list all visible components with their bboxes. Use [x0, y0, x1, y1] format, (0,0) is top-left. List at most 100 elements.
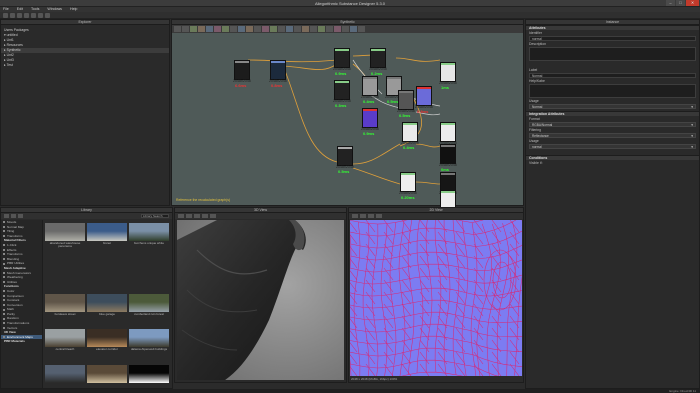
tool-icon[interactable]	[294, 26, 301, 32]
lights-icon[interactable]	[194, 214, 200, 218]
usage-select[interactable]: Normal	[529, 104, 696, 109]
graph-node[interactable]	[270, 60, 286, 80]
tool-icon[interactable]	[286, 26, 293, 32]
library-item[interactable]: bordeaux street	[45, 293, 85, 316]
tool-icon[interactable]	[230, 26, 237, 32]
scene-icon[interactable]	[178, 214, 184, 218]
tool-icon[interactable]	[358, 26, 365, 32]
env-icon[interactable]	[210, 214, 216, 218]
graph-node[interactable]	[440, 62, 456, 82]
library-item[interactable]	[45, 258, 85, 277]
filtering-select[interactable]: Reflectance	[529, 133, 696, 138]
camera-icon[interactable]	[202, 214, 208, 218]
library-item[interactable]: abandoned warehouse panorama	[45, 223, 85, 248]
library-thumbnail	[129, 293, 169, 312]
tool-icon[interactable]	[302, 26, 309, 32]
mesh-line	[486, 223, 501, 376]
save-all-icon[interactable]	[24, 13, 29, 18]
tool-icon[interactable]	[174, 26, 181, 32]
library-thumbnail	[45, 223, 85, 241]
tool-icon[interactable]	[190, 26, 197, 32]
wire	[283, 67, 338, 163]
tool-icon[interactable]	[334, 26, 341, 32]
library-category-header[interactable]: PBR Materials	[1, 339, 42, 344]
graph-node[interactable]	[334, 48, 350, 68]
library-item[interactable]: cumberland ruin forest	[129, 293, 169, 316]
tool-icon[interactable]	[262, 26, 269, 32]
library-item[interactable]: blue garage	[87, 293, 127, 316]
library-item[interactable]	[129, 258, 169, 277]
help-field[interactable]	[529, 84, 696, 98]
maximize-button[interactable]: □	[676, 0, 685, 6]
wire	[352, 143, 401, 165]
2d-viewport[interactable]	[350, 220, 522, 376]
library-search-input[interactable]: Library Search	[141, 214, 169, 218]
tool-icon[interactable]	[270, 26, 277, 32]
library-item[interactable]	[45, 364, 85, 383]
tool-icon[interactable]	[318, 26, 325, 32]
save-icon[interactable]	[17, 13, 22, 18]
zoom-icon[interactable]	[376, 214, 382, 218]
graph-node[interactable]	[440, 144, 456, 164]
graph-node[interactable]	[402, 122, 418, 142]
tile-icon[interactable]	[368, 214, 374, 218]
graph-node[interactable]	[400, 172, 416, 192]
mesh-diagonal	[509, 351, 520, 365]
library-item[interactable]: burchens unique white	[129, 223, 169, 245]
3d-viewport[interactable]	[177, 220, 344, 380]
mesh-diagonal	[491, 231, 502, 245]
new-icon[interactable]	[3, 13, 8, 18]
tool-icon[interactable]	[206, 26, 213, 32]
graph-node[interactable]	[337, 146, 353, 166]
tool-icon[interactable]	[246, 26, 253, 32]
list-icon[interactable]	[18, 214, 23, 218]
tool-icon[interactable]	[198, 26, 205, 32]
graph-canvas[interactable]: 2048x2048 6.6ms 2048x2048 0.8ms 2048x2048 0.9…	[172, 34, 523, 218]
filter-icon[interactable]	[4, 214, 9, 218]
layout-icon[interactable]	[45, 13, 50, 18]
tool-icon[interactable]	[326, 26, 333, 32]
close-button[interactable]: ✕	[686, 0, 699, 6]
wire	[283, 63, 338, 70]
library-item[interactable]: central bleach	[45, 329, 85, 351]
graph-node[interactable]	[362, 76, 378, 96]
channel-icon[interactable]	[352, 214, 358, 218]
tool-icon[interactable]	[342, 26, 349, 32]
tool-icon[interactable]	[350, 26, 357, 32]
tool-icon[interactable]	[238, 26, 245, 32]
tool-icon[interactable]	[254, 26, 261, 32]
mesh-diagonal	[437, 255, 448, 269]
graph-node[interactable]	[416, 86, 432, 106]
graph-node[interactable]	[398, 90, 414, 110]
description-field[interactable]	[529, 47, 696, 61]
mesh-diagonal	[509, 339, 520, 353]
library-item[interactable]: dalama Alpenwelt buildings	[129, 329, 169, 351]
graph-node[interactable]	[370, 48, 386, 68]
library-item[interactable]	[129, 364, 169, 383]
tool-icon[interactable]	[214, 26, 221, 32]
minimize-button[interactable]: –	[666, 0, 675, 6]
view-icon[interactable]	[11, 214, 16, 218]
open-icon[interactable]	[10, 13, 15, 18]
redo-icon[interactable]	[38, 13, 43, 18]
library-item[interactable]	[87, 364, 127, 383]
library-item[interactable]	[87, 258, 127, 277]
tool-icon[interactable]	[182, 26, 189, 32]
graph-node[interactable]	[440, 122, 456, 142]
tool-icon[interactable]	[310, 26, 317, 32]
tool-icon[interactable]	[222, 26, 229, 32]
mesh-diagonal	[509, 279, 520, 293]
graph-node[interactable]	[362, 108, 378, 128]
graph-node[interactable]	[440, 172, 456, 192]
undo-icon[interactable]	[31, 13, 36, 18]
format-select[interactable]: RGBA/Normal	[529, 122, 696, 127]
material-icon[interactable]	[186, 214, 192, 218]
tree-item[interactable]: ▸ Test	[1, 63, 169, 68]
uv-icon[interactable]	[360, 214, 366, 218]
graph-node[interactable]	[234, 60, 250, 80]
library-item[interactable]: bisnet	[87, 223, 127, 245]
graph-node[interactable]	[334, 80, 350, 100]
library-item[interactable]: elevator corridor	[87, 329, 127, 351]
tool-icon[interactable]	[278, 26, 285, 32]
usage2-select[interactable]: normal	[529, 144, 696, 149]
